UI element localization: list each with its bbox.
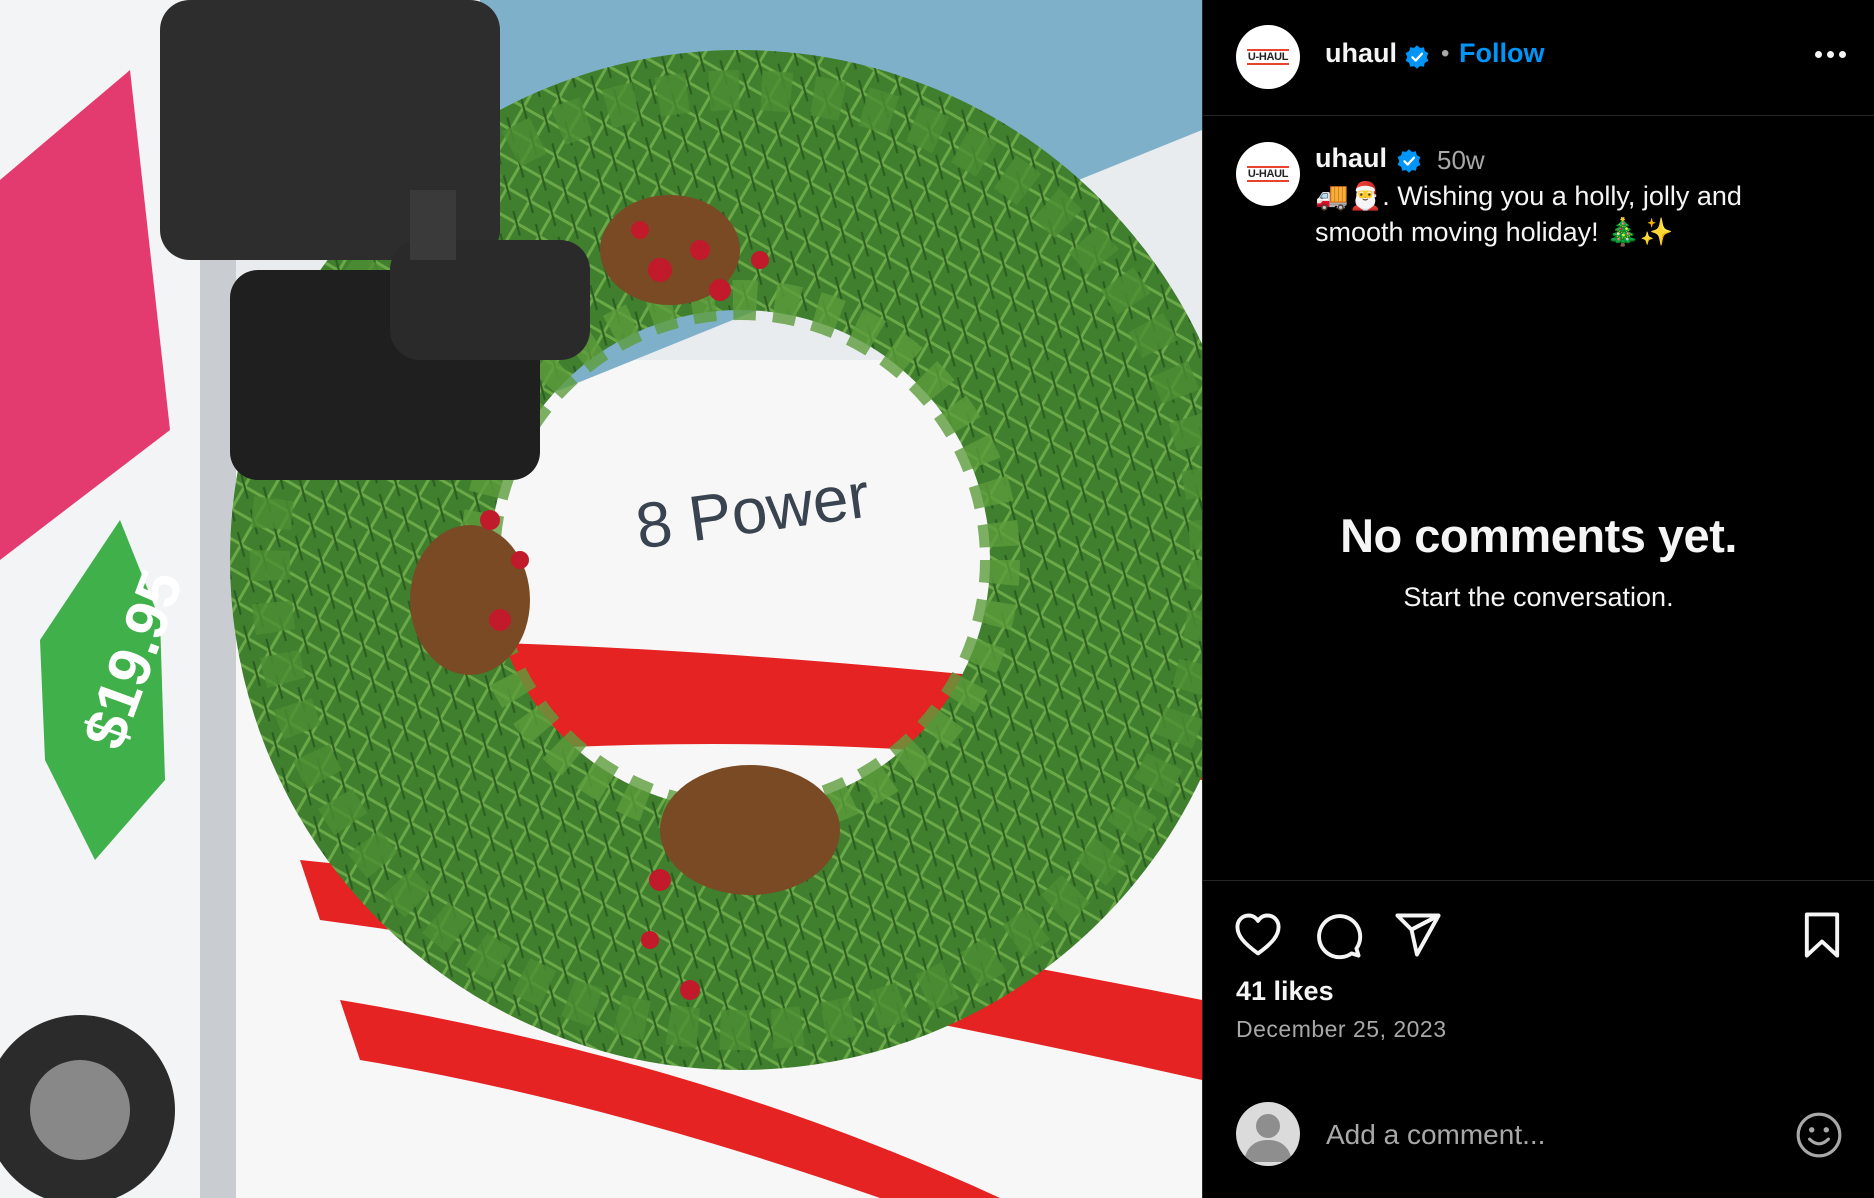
heart-icon — [1235, 913, 1281, 956]
more-dot — [1814, 50, 1822, 58]
verified-badge-icon — [1397, 149, 1421, 173]
empty-comments-subtitle: Start the conversation. — [1403, 582, 1674, 612]
post-date[interactable]: December 25, 2023 — [1236, 1016, 1447, 1043]
smiley-icon — [1796, 1112, 1842, 1158]
action-bar — [1203, 880, 1874, 960]
emoji-button[interactable] — [1794, 1110, 1844, 1160]
caption-username[interactable]: uhaul — [1315, 143, 1387, 174]
more-dot — [1826, 50, 1834, 58]
uhaul-logo: U-HAUL — [1246, 166, 1290, 182]
caption-avatar[interactable]: U-HAUL — [1236, 142, 1300, 206]
caption-text: 🚚🎅. Wishing you a holly, jolly and smoot… — [1315, 181, 1742, 247]
comment-composer — [1203, 1098, 1874, 1174]
likes-count[interactable]: 41 likes — [1236, 976, 1334, 1007]
post-header: U-HAUL uhaul • Follow — [1203, 0, 1874, 116]
paper-plane-icon — [1395, 913, 1441, 957]
comment-input[interactable] — [1324, 1114, 1768, 1156]
more-options-icon[interactable] — [1808, 40, 1852, 68]
wreath-truck-image: $19.95 8 Power Eas — [0, 0, 1202, 1198]
share-button[interactable] — [1392, 909, 1444, 961]
like-button[interactable] — [1232, 909, 1284, 961]
header-username[interactable]: uhaul — [1325, 38, 1397, 69]
more-dot — [1838, 50, 1846, 58]
separator-dot: • — [1441, 40, 1450, 67]
verified-badge-icon — [1405, 45, 1429, 69]
post-photo[interactable]: $19.95 8 Power Eas — [0, 0, 1202, 1198]
comment-bubble-icon — [1317, 914, 1363, 960]
current-user-avatar[interactable] — [1236, 1102, 1300, 1166]
profile-avatar[interactable]: U-HAUL — [1236, 25, 1300, 89]
empty-comments-title: No comments yet. — [1340, 509, 1737, 562]
follow-button[interactable]: Follow — [1459, 38, 1544, 69]
comment-button[interactable] — [1312, 909, 1364, 961]
uhaul-logo: U-HAUL — [1246, 49, 1290, 65]
bookmark-icon — [1804, 912, 1840, 958]
caption-timestamp[interactable]: 50w — [1437, 145, 1485, 176]
default-avatar-icon — [1244, 1114, 1292, 1162]
save-button[interactable] — [1796, 909, 1848, 961]
post-sidebar: U-HAUL uhaul • Follow U-HAUL uhaul 50w 🚚… — [1202, 0, 1874, 1198]
